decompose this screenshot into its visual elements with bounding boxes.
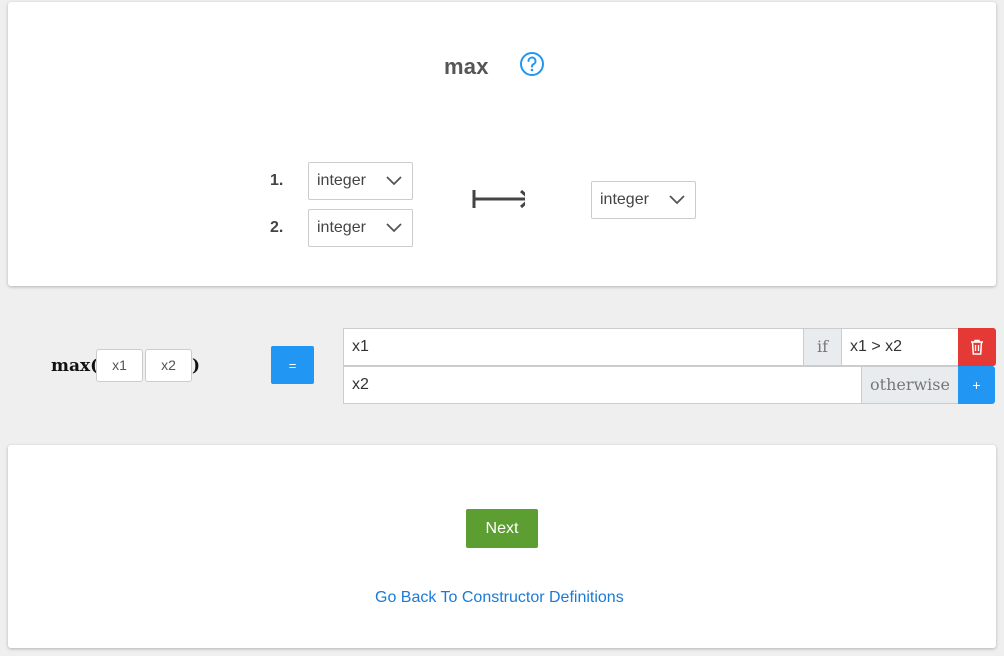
definition-function-name: max( — [51, 356, 99, 376]
arg-type-select-1[interactable]: integer — [308, 162, 413, 200]
arg-number-2: 2. — [270, 219, 284, 236]
param-x2: x2 — [145, 349, 192, 382]
maps-to-arrow-icon — [472, 189, 525, 209]
arg-number-1: 1. — [270, 172, 284, 189]
back-to-constructor-definitions-link[interactable]: Go Back To Constructor Definitions — [375, 589, 624, 607]
return-type-select[interactable]: integer — [591, 181, 696, 219]
arg-type-select-2[interactable]: integer — [308, 209, 413, 247]
case-1-expression-input[interactable]: x1 — [343, 328, 804, 366]
case-2-expression-input[interactable]: x2 — [343, 366, 862, 404]
definition-close-paren: ) — [192, 356, 201, 376]
add-case-button[interactable]: + — [958, 366, 995, 404]
chevron-down-icon — [669, 195, 685, 205]
delete-case-button[interactable] — [958, 328, 996, 366]
return-type-value: integer — [600, 191, 649, 208]
arg-type-value-1: integer — [317, 172, 366, 189]
equals-button[interactable]: = — [271, 346, 314, 384]
case-2-otherwise-label: otherwise — [861, 366, 959, 404]
trash-icon — [971, 339, 983, 355]
chevron-down-icon — [386, 223, 402, 233]
function-title: max — [444, 54, 489, 79]
next-button[interactable]: Next — [466, 509, 538, 548]
question-circle-icon[interactable] — [519, 51, 545, 77]
case-1-condition-input[interactable]: x1 > x2 — [841, 328, 959, 366]
arg-type-value-2: integer — [317, 219, 366, 236]
case-1-if-label: if — [803, 328, 842, 366]
chevron-down-icon — [386, 176, 402, 186]
signature-card — [8, 2, 996, 286]
param-x1: x1 — [96, 349, 143, 382]
